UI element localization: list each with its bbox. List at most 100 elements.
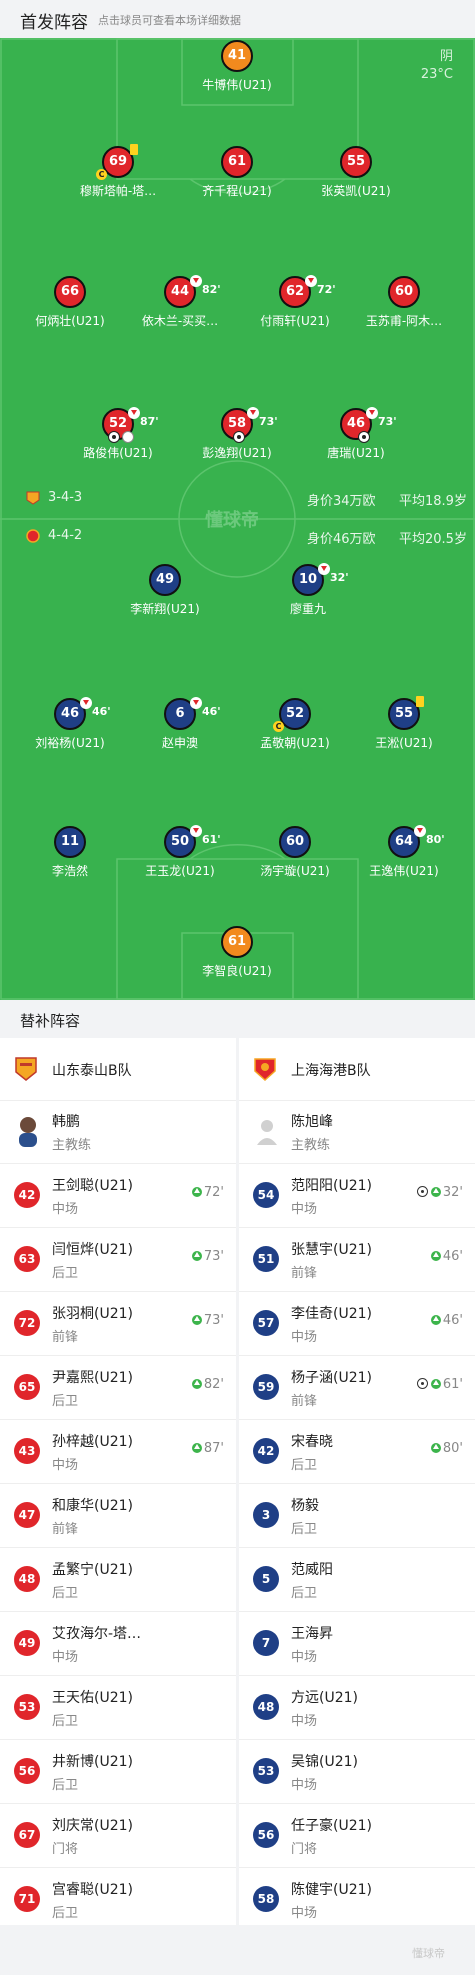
sub-event: 73' bbox=[191, 1249, 224, 1264]
away-team-header[interactable]: 上海海港B队 bbox=[239, 1038, 475, 1101]
sub-player-row[interactable]: 42 宋春晓 后卫 80' bbox=[239, 1420, 475, 1484]
home-player-def-1[interactable]: 69 C 穆斯塔帕-塔… bbox=[58, 144, 178, 199]
player-position: 后卫 bbox=[291, 1586, 318, 1601]
home-player-def-3[interactable]: 55 张英凯(U21) bbox=[296, 146, 416, 199]
sub-player-row[interactable]: 57 李佳奇(U21) 中场 46' bbox=[239, 1292, 475, 1356]
home-subs-column: 山东泰山B队 韩鹏 主教练 42 王剑聪(U21) 中场 72' 63 闫恒烨(U21) 后… bbox=[0, 1038, 236, 1932]
away-player-fw-2[interactable]: 10 32' 廖重九 bbox=[248, 563, 368, 617]
player-number: 3 bbox=[253, 1502, 279, 1528]
lineup-subtitle: 点击球员可查看本场详细数据 bbox=[98, 14, 241, 27]
away-player-mid-2[interactable]: 6 46' 赵申澳 bbox=[120, 697, 240, 751]
goal-ball-icon bbox=[233, 431, 245, 443]
shandong-logo-icon bbox=[14, 1056, 38, 1082]
player-position: 前锋 bbox=[291, 1266, 318, 1281]
sub-player-row[interactable]: 58 陈健宇(U21) 中场 bbox=[239, 1868, 475, 1932]
sub-player-row[interactable]: 53 王天佑(U21) 后卫 bbox=[0, 1676, 236, 1740]
home-player-fw-2[interactable]: 58 73' 彭逸翔(U21) bbox=[177, 407, 297, 461]
player-name: 范威阳 bbox=[291, 1562, 333, 1578]
home-coach[interactable]: 韩鹏 主教练 bbox=[0, 1101, 236, 1164]
sub-player-row[interactable]: 56 任子豪(U21) 门将 bbox=[239, 1804, 475, 1868]
away-player-mid-4[interactable]: 55 王淞(U21) bbox=[344, 696, 464, 751]
away-player-mid-1[interactable]: 46 46' 刘裕杨(U21) bbox=[10, 697, 130, 751]
home-player-mid-3[interactable]: 62 72' 付雨轩(U21) bbox=[235, 275, 355, 329]
player-position: 后卫 bbox=[52, 1714, 79, 1729]
home-player-def-2[interactable]: 61 齐千程(U21) bbox=[177, 146, 297, 199]
sub-off-icon bbox=[190, 825, 202, 837]
player-number: 66 bbox=[54, 276, 86, 308]
away-coach[interactable]: 陈旭峰 主教练 bbox=[239, 1101, 475, 1164]
player-position: 中场 bbox=[291, 1714, 318, 1729]
player-name: 依木兰-买买… bbox=[141, 314, 219, 328]
home-player-fw-3[interactable]: 46 73' 唐瑞(U21) bbox=[296, 407, 416, 461]
player-position: 门将 bbox=[52, 1842, 79, 1857]
sub-player-row[interactable]: 49 艾孜海尔-塔… 中场 bbox=[0, 1612, 236, 1676]
sub-off-icon bbox=[318, 563, 330, 575]
sub-player-row[interactable]: 42 王剑聪(U21) 中场 72' bbox=[0, 1164, 236, 1228]
player-name: 赵申澳 bbox=[161, 736, 198, 750]
captain-icon: C bbox=[96, 169, 107, 180]
sub-player-row[interactable]: 59 杨子涵(U21) 前锋 61' bbox=[239, 1356, 475, 1420]
home-player-fw-1[interactable]: 52 87' 路俊伟(U21) bbox=[58, 407, 178, 461]
away-player-def-4[interactable]: 64 80' 王逸伟(U21) bbox=[344, 825, 464, 879]
sub-time: 73' bbox=[203, 1313, 224, 1328]
player-name: 路俊伟(U21) bbox=[83, 446, 153, 460]
sub-player-row[interactable]: 5 范威阳后卫 bbox=[239, 1548, 475, 1612]
player-number: 53 bbox=[14, 1694, 40, 1720]
sub-player-row[interactable]: 63 闫恒烨(U21) 后卫 73' bbox=[0, 1228, 236, 1292]
home-team-header[interactable]: 山东泰山B队 bbox=[0, 1038, 236, 1101]
sub-time: 72' bbox=[203, 1185, 224, 1200]
sub-on-icon bbox=[191, 1187, 202, 1197]
away-player-def-3[interactable]: 60 汤宇璇(U21) bbox=[235, 826, 355, 879]
sub-off-icon bbox=[414, 825, 426, 837]
player-name: 孟敬朝(U21) bbox=[260, 736, 330, 750]
player-position: 后卫 bbox=[291, 1522, 318, 1537]
sub-player-row[interactable]: 47 和康华(U21) 前锋 bbox=[0, 1484, 236, 1548]
sub-player-row[interactable]: 56 井新博(U21) 后卫 bbox=[0, 1740, 236, 1804]
sub-player-row[interactable]: 3 杨毅 后卫 bbox=[239, 1484, 475, 1548]
player-number: 61 bbox=[221, 926, 253, 958]
away-formation-row: 4-4-2 bbox=[26, 528, 82, 543]
home-player-mid-4[interactable]: 60 玉苏甫-阿木… bbox=[344, 276, 464, 329]
player-name: 玉苏甫-阿木… bbox=[365, 314, 443, 328]
sub-event: 32' bbox=[416, 1185, 463, 1200]
player-number: 48 bbox=[14, 1566, 40, 1592]
player-name: 刘裕杨(U21) bbox=[35, 736, 105, 750]
sub-player-row[interactable]: 65 尹嘉熙(U21) 后卫 82' bbox=[0, 1356, 236, 1420]
sub-player-row[interactable]: 67 刘庆常(U21) 门将 bbox=[0, 1804, 236, 1868]
coach-name: 陈旭峰 bbox=[291, 1114, 333, 1130]
player-number: 60 bbox=[279, 826, 311, 858]
player-number: 61 bbox=[221, 146, 253, 178]
sub-player-row[interactable]: 54 范阳阳(U21) 中场 32' bbox=[239, 1164, 475, 1228]
player-position: 中场 bbox=[291, 1202, 318, 1217]
home-player-mid-2[interactable]: 44 82' 依木兰-买买… bbox=[120, 275, 240, 329]
sub-player-row[interactable]: 48 孟繁宁(U21) 后卫 bbox=[0, 1548, 236, 1612]
sub-player-row[interactable]: 51 张慧宇(U21) 前锋 46' bbox=[239, 1228, 475, 1292]
away-player-fw-1[interactable]: 49 李新翔(U21) bbox=[105, 564, 225, 617]
away-player-gk[interactable]: 61 李智良(U21) bbox=[177, 926, 297, 979]
player-position: 中场 bbox=[52, 1202, 79, 1217]
sub-off-icon bbox=[366, 407, 378, 419]
sub-player-row[interactable]: 53 吴锦(U21) 中场 bbox=[239, 1740, 475, 1804]
player-name: 李智良(U21) bbox=[202, 964, 272, 978]
player-number: 57 bbox=[253, 1310, 279, 1336]
home-formation: 3-4-3 bbox=[48, 490, 83, 505]
sub-player-row[interactable]: 7 王海昇 中场 bbox=[239, 1612, 475, 1676]
sub-player-row[interactable]: 48 方远(U21) 中场 bbox=[239, 1676, 475, 1740]
home-player-mid-1[interactable]: 66 何炳壮(U21) bbox=[10, 276, 130, 329]
player-name: 陈健宇(U21) bbox=[291, 1882, 372, 1898]
away-player-mid-3[interactable]: 52 C 孟敬朝(U21) bbox=[235, 698, 355, 751]
player-number: 49 bbox=[149, 564, 181, 596]
player-name: 穆斯塔帕-塔… bbox=[79, 184, 157, 198]
sub-player-row[interactable]: 71 宫睿聪(U21) 后卫 bbox=[0, 1868, 236, 1932]
home-team-name: 山东泰山B队 bbox=[52, 1063, 132, 1079]
player-number: 5 bbox=[253, 1566, 279, 1592]
away-player-def-2[interactable]: 50 61' 王玉龙(U21) bbox=[120, 825, 240, 879]
weather-temp: 23°C bbox=[420, 67, 453, 82]
player-name: 何炳壮(U21) bbox=[35, 314, 105, 328]
sub-player-row[interactable]: 72 张羽桐(U21) 前锋 73' bbox=[0, 1292, 236, 1356]
sub-on-icon bbox=[430, 1443, 441, 1453]
player-number: 56 bbox=[253, 1822, 279, 1848]
away-player-def-1[interactable]: 11 李浩然 bbox=[10, 826, 130, 879]
sub-player-row[interactable]: 43 孙梓越(U21) 中场 87' bbox=[0, 1420, 236, 1484]
home-player-gk[interactable]: 41 牛博伟(U21) bbox=[177, 40, 297, 93]
